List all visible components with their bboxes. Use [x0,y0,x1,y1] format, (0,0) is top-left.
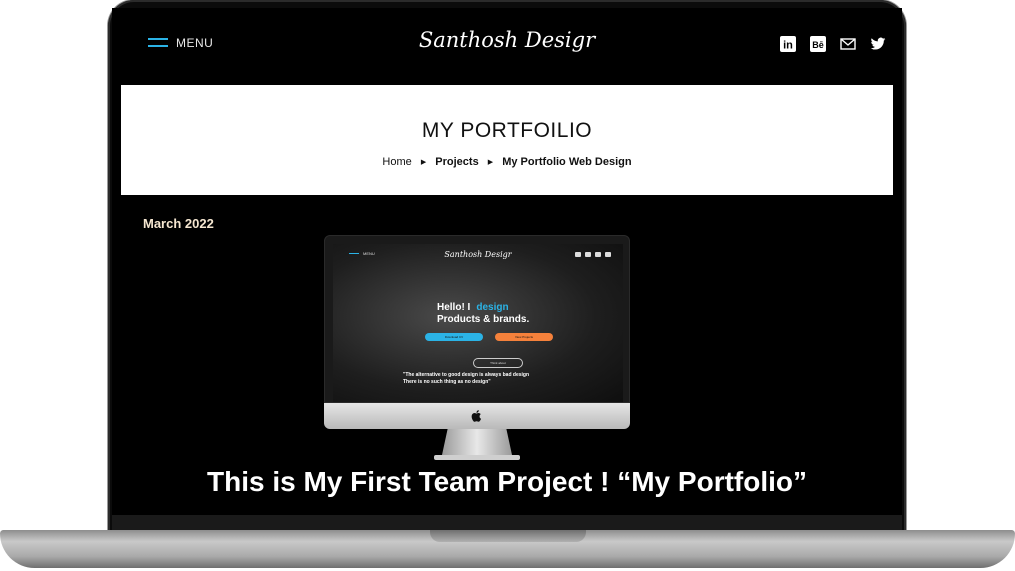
linkedin-icon[interactable]: in [780,36,796,52]
svg-text:in: in [783,40,793,52]
monitor-foot [434,455,520,460]
mockup-header: MENU Santhosh Desigr [333,244,623,266]
behance-icon[interactable]: Bē [810,36,826,52]
monitor-screen: MENU Santhosh Desigr Hello! Idesign Prod… [324,235,630,403]
apple-logo-icon [471,410,482,422]
laptop-notch [430,530,586,542]
breadcrumb-arrow-icon: ▶ [487,159,494,167]
svg-text:Bē: Bē [812,40,824,50]
project-headline: This is My First Team Project ! “My Port… [206,466,808,497]
breadcrumb-home[interactable]: Home [382,156,411,168]
page-title: MY PORTFOILIO [421,119,593,142]
mockup-hero-line1: Hello! Idesign [437,302,509,313]
mockup-quote-line2: There is no such thing as no design" [403,379,491,385]
monitor-chin [324,403,630,429]
breadcrumb-current: My Portfolio Web Design [502,156,632,169]
mockup-download-cv-button: Download CV [425,333,483,341]
breadcrumb: Home ▶ Projects ▶ My Portfolio Web Desig… [121,156,893,168]
project-date: March 2022 [143,216,214,231]
laptop-screen: MENU Santhosh Desigr in Bē MY PORTFOILIO [112,8,902,532]
site-header: MENU Santhosh Desigr in Bē [112,8,902,84]
breadcrumb-projects[interactable]: Projects [435,156,478,168]
mockup-site-preview: MENU Santhosh Desigr Hello! Idesign Prod… [333,244,623,402]
mockup-hero-line2: Products & brands. [437,314,530,325]
social-links: in Bē [780,36,886,52]
page-title-band: MY PORTFOILIO Home ▶ Projects ▶ My Portf… [121,85,893,195]
monitor-stand [442,429,512,455]
twitter-icon[interactable] [870,36,886,52]
mockup-think-about-button: Think about [473,358,523,368]
breadcrumb-arrow-icon: ▶ [420,159,427,167]
monitor-mockup-image: MENU Santhosh Desigr Hello! Idesign Prod… [324,235,630,461]
mockup-social-icons [575,252,611,257]
mockup-quote-line1: "The alternative to good design is alway… [403,372,530,378]
mail-icon[interactable] [840,36,856,52]
mockup-hero-highlight: design [476,302,509,313]
mockup-view-projects-button: View Projects [495,333,553,341]
